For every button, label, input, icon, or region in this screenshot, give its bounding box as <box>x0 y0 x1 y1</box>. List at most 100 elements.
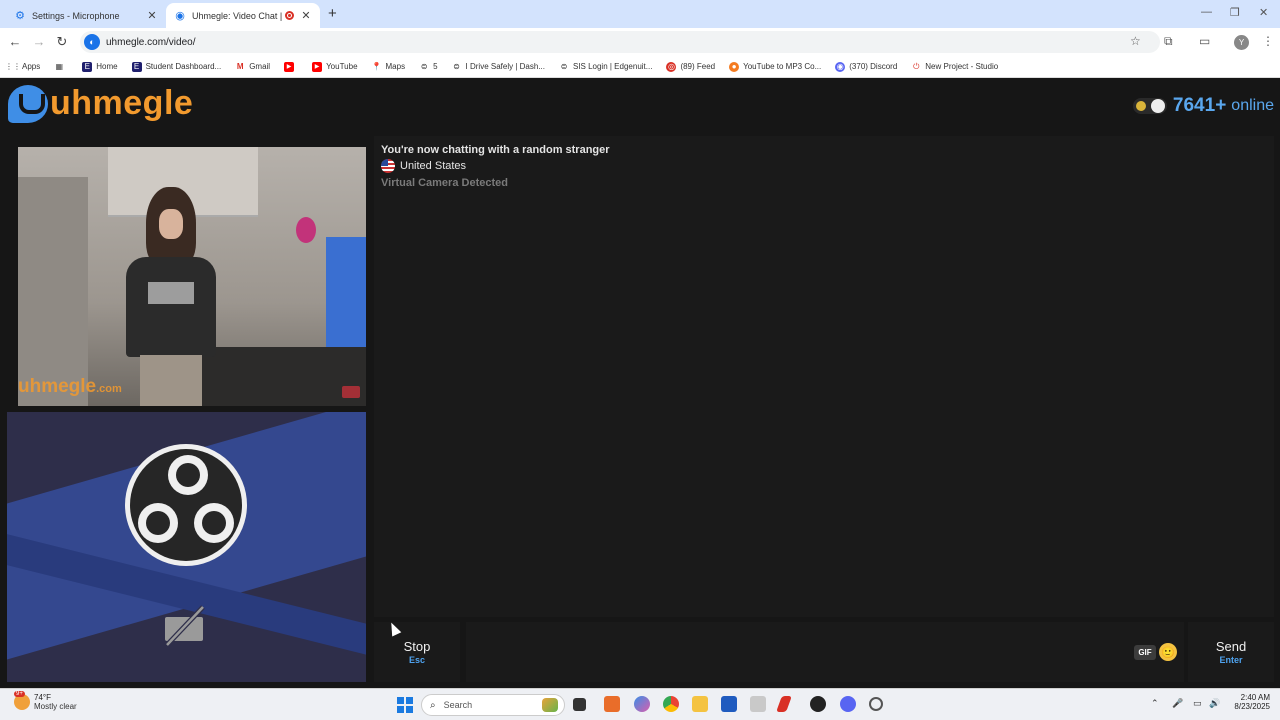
bookmark-home[interactable]: E Home <box>82 61 118 72</box>
bookmark-student-dashboard[interactable]: E Student Dashboard... <box>131 61 221 72</box>
tray-chevron-icon[interactable]: ⌃ <box>1151 698 1159 709</box>
emoji-button[interactable]: 🙂 <box>1159 643 1177 661</box>
volume-icon[interactable]: 🔊 <box>1209 698 1220 709</box>
firefox-icon: ● <box>729 61 740 72</box>
tab-close-icon[interactable]: ✕ <box>146 9 158 22</box>
online-label: online <box>1231 97 1274 114</box>
bookmark-youtube-blank[interactable]: ▶ <box>284 61 298 72</box>
send-label: Send <box>1215 639 1247 654</box>
us-flag-icon <box>381 159 395 173</box>
weather-text: 74°F Mostly clear <box>34 693 77 711</box>
discord-icon: ◉ <box>835 61 846 72</box>
camera-off-icon[interactable] <box>163 605 207 647</box>
tab-close-icon[interactable]: ✕ <box>300 9 312 22</box>
bookmark-apps[interactable]: ⋮⋮ Apps <box>5 62 40 72</box>
search-label: Search <box>443 700 473 710</box>
reload-icon[interactable]: ↻ <box>54 34 70 50</box>
weather-icon: 9+ <box>14 691 30 710</box>
country-name: United States <box>400 160 467 172</box>
person-face <box>159 209 183 239</box>
bookmark-sis-login[interactable]: ⊜ SIS Login | Edgenuit... <box>559 62 653 72</box>
chat-country-message: United States <box>381 159 1267 173</box>
tab-settings-microphone[interactable]: ⚙ Settings - Microphone ✕ <box>6 3 166 28</box>
online-plus: + <box>1215 95 1227 116</box>
gmail-icon: M <box>236 62 244 71</box>
edgenuity-icon: E <box>82 61 93 72</box>
person-shirt <box>126 257 216 357</box>
person-legs <box>140 355 202 406</box>
chrome-icon[interactable] <box>663 696 679 712</box>
report-icon[interactable] <box>342 386 360 398</box>
app-icon[interactable] <box>604 696 620 712</box>
uhmegle-icon: ◉ <box>175 10 185 22</box>
bookmark-maps[interactable]: 📍 Maps <box>372 62 406 72</box>
globe-icon: ⊜ <box>420 62 428 71</box>
app-icon[interactable] <box>750 696 766 712</box>
bookmark-star-icon[interactable]: ☆ <box>1130 34 1141 48</box>
copilot-icon[interactable] <box>634 696 650 712</box>
chat-intro-message: You're now chatting with a random strang… <box>381 144 610 156</box>
bookmark-new-project-studio[interactable]: ⏻ New Project - Studio <box>911 62 998 72</box>
bookmark-feed[interactable]: ◎ (89) Feed <box>666 61 715 72</box>
extensions-icon[interactable]: ⧉ <box>1164 34 1173 49</box>
chat-notice-message: Virtual Camera Detected <box>381 177 508 189</box>
gif-button[interactable]: GIF <box>1134 645 1156 660</box>
bookmark-discord[interactable]: ◉ (370) Discord <box>835 61 897 72</box>
restore-icon[interactable]: ❐ <box>1230 6 1240 19</box>
video-background <box>296 217 316 243</box>
forward-arrow-icon[interactable]: → <box>31 34 47 49</box>
file-explorer-icon[interactable] <box>692 696 708 712</box>
weather-badge: 9+ <box>14 691 25 697</box>
bookmark-5[interactable]: ⊜ 5 <box>419 62 438 72</box>
obs-logo-hole <box>202 511 226 535</box>
chat-log: You're now chatting with a random strang… <box>374 136 1274 617</box>
cast-icon[interactable]: ▭ <box>1199 34 1210 48</box>
bookmark-youtube[interactable]: ▶ YouTube <box>312 61 358 72</box>
bookmark-gmail[interactable]: M Gmail <box>235 62 270 72</box>
taskbar-clock[interactable]: 2:40 AM 8/23/2025 <box>1226 693 1270 711</box>
apps-grid-icon: ⋮⋮ <box>5 62 21 71</box>
task-view-icon[interactable] <box>573 698 586 711</box>
tab-uhmegle[interactable]: ◉ Uhmegle: Video Chat | Om ✕ <box>166 3 320 28</box>
obs-taskbar-icon[interactable] <box>810 696 826 712</box>
stranger-person <box>126 187 216 406</box>
bookmark-youtube-to-mp3[interactable]: ● YouTube to MP3 Co... <box>729 61 821 72</box>
minimize-icon[interactable]: — <box>1201 6 1212 18</box>
obs-logo-icon <box>125 444 247 566</box>
settings-taskbar-icon[interactable] <box>869 697 883 711</box>
window-close-icon[interactable]: ✕ <box>1259 6 1268 19</box>
tab-title: Settings - Microphone <box>32 10 120 21</box>
online-count: 7641 <box>1172 95 1216 116</box>
address-bar[interactable]: ◐ uhmegle.com/video/ <box>80 31 1160 53</box>
back-arrow-icon[interactable]: ← <box>7 34 23 49</box>
studio-icon: ⏻ <box>913 61 920 71</box>
bookmark-tab-groups[interactable]: ▦ <box>54 62 68 72</box>
feed-icon: ◎ <box>666 61 677 72</box>
windows-start-icon[interactable] <box>397 697 413 713</box>
send-button[interactable]: Send Enter <box>1188 622 1274 682</box>
discord-taskbar-icon[interactable] <box>840 696 856 712</box>
bookmarks-bar: ⋮⋮ Apps ▦ E Home E Student Dashboard... M Gm… <box>0 56 1280 78</box>
profile-avatar[interactable]: Y <box>1234 35 1249 50</box>
browser-toolbar: ← → ↻ ◐ uhmegle.com/video/ ☆ ⧉ ▭ ⋮ <box>0 28 1280 56</box>
theme-toggle[interactable] <box>1132 98 1167 114</box>
video-background <box>198 347 366 406</box>
logo-text: uhmegle <box>50 84 194 122</box>
send-shortcut: Enter <box>1219 655 1243 665</box>
microphone-icon[interactable]: 🎤 <box>1172 698 1183 709</box>
site-logo[interactable]: uhmegle <box>8 84 193 123</box>
site-info-icon[interactable]: ◐ <box>84 34 100 50</box>
tab-title: Uhmegle: Video Chat | Om <box>192 10 285 21</box>
app-icon[interactable] <box>776 696 792 712</box>
gear-icon: ⚙ <box>15 10 25 22</box>
stop-button[interactable]: Stop Esc <box>374 622 460 682</box>
bookmark-i-drive-safely[interactable]: ⊜ I Drive Safely | Dash... <box>452 62 545 72</box>
menu-kebab-icon[interactable]: ⋮ <box>1262 34 1274 48</box>
taskbar-search[interactable]: ⌕ Search <box>421 694 565 716</box>
weather-widget[interactable]: 9+ 74°F Mostly clear <box>14 691 77 711</box>
chat-message-input[interactable] <box>466 622 1184 682</box>
new-tab-icon[interactable]: + <box>328 5 342 22</box>
store-icon[interactable] <box>721 696 737 712</box>
chat-controls: Stop Esc GIF 🙂 Send Enter <box>374 622 1274 682</box>
network-icon[interactable]: ▭ <box>1193 698 1202 709</box>
